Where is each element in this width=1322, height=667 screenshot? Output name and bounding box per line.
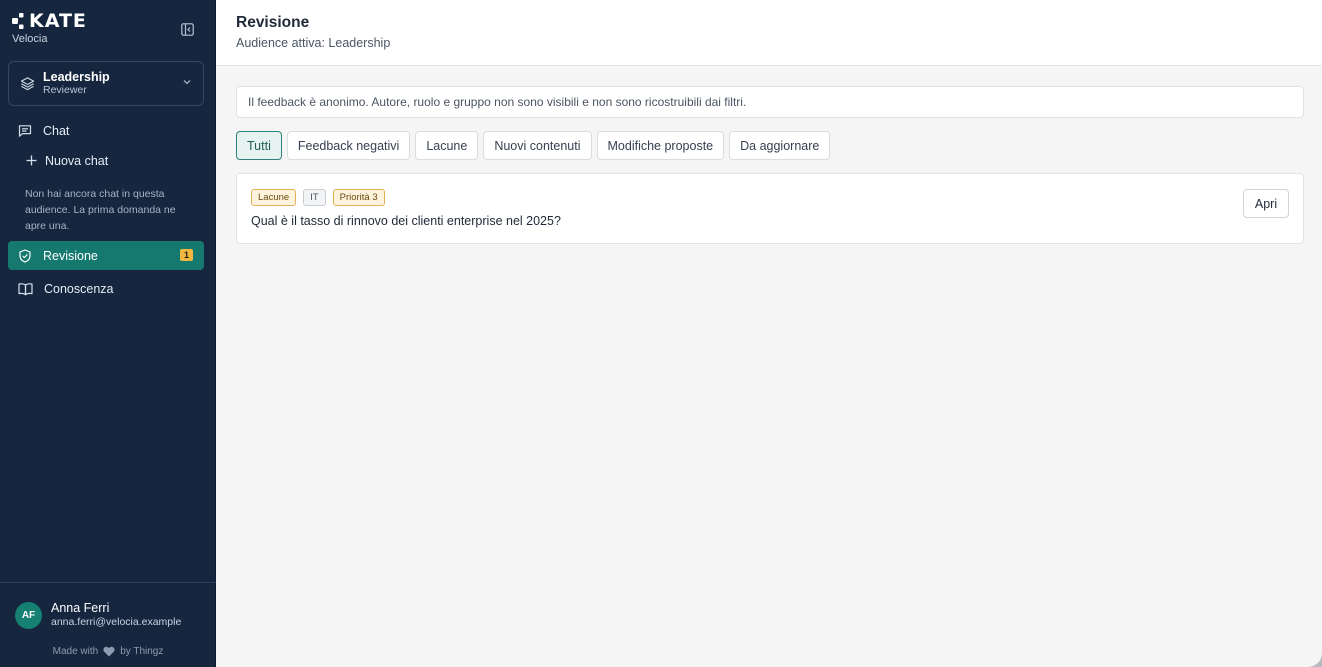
by-thingz-label: by Thingz bbox=[120, 646, 164, 657]
sidebar-item-label: Conoscenza bbox=[44, 281, 114, 296]
sidebar-item-label: Chat bbox=[43, 123, 70, 138]
window-corner bbox=[1308, 653, 1322, 667]
filter-nuovi-contenuti[interactable]: Nuovi contenuti bbox=[483, 131, 592, 160]
new-chat-button[interactable]: Nuova chat bbox=[8, 146, 204, 175]
main-content: Revisione Audience attiva: Leadership Il… bbox=[216, 0, 1322, 667]
brand-name: KATE bbox=[29, 10, 87, 32]
app-window: KATE Velocia Leadership Reviewer Chat Nu… bbox=[0, 0, 1322, 667]
filter-da-aggiornare[interactable]: Da aggiornare bbox=[729, 131, 831, 160]
collapse-sidebar-button[interactable] bbox=[178, 20, 196, 38]
audience-selector[interactable]: Leadership Reviewer bbox=[8, 61, 204, 106]
made-with-credit: Made with by Thingz bbox=[0, 646, 216, 657]
user-email: anna.ferri@velocia.example bbox=[51, 616, 182, 628]
audience-role: Reviewer bbox=[43, 84, 87, 96]
layers-icon bbox=[20, 77, 35, 91]
sidebar-item-conoscenza[interactable]: Conoscenza bbox=[8, 274, 204, 303]
sidebar-collapse-icon bbox=[180, 22, 194, 36]
filter-modifiche-proposte[interactable]: Modifiche proposte bbox=[596, 131, 725, 160]
kate-logo-icon bbox=[12, 13, 24, 29]
new-chat-label: Nuova chat bbox=[45, 153, 109, 168]
chevron-down-icon bbox=[183, 80, 191, 85]
category-tag: Lacune bbox=[251, 189, 297, 206]
heart-icon bbox=[103, 646, 115, 657]
book-open-icon bbox=[18, 282, 33, 295]
user-profile[interactable]: AF Anna Ferri anna.ferri@velocia.example bbox=[15, 601, 181, 629]
avatar: AF bbox=[15, 601, 42, 629]
kate-logo: KATE bbox=[12, 10, 87, 32]
sidebar-footer: AF Anna Ferri anna.ferri@velocia.example… bbox=[0, 582, 216, 667]
item-tags: Lacune IT Priorità 3 bbox=[251, 189, 385, 206]
plus-icon bbox=[26, 155, 37, 166]
filter-feedback-negativi[interactable]: Feedback negativi bbox=[286, 131, 411, 160]
shield-check-icon bbox=[19, 248, 31, 263]
review-count-badge: 1 bbox=[180, 249, 193, 261]
page-title: Revisione bbox=[236, 14, 310, 31]
sidebar: KATE Velocia Leadership Reviewer Chat Nu… bbox=[0, 0, 216, 667]
anonymity-notice: Il feedback è anonimo. Autore, ruolo e g… bbox=[236, 86, 1304, 118]
page-header: Revisione Audience attiva: Leadership bbox=[216, 0, 1322, 66]
empty-chats-note: Non hai ancora chat in questa audience. … bbox=[25, 188, 176, 232]
filter-lacune[interactable]: Lacune bbox=[415, 131, 479, 160]
brand: KATE Velocia bbox=[12, 12, 87, 45]
sidebar-item-label: Revisione bbox=[43, 248, 98, 263]
active-audience-subtitle: Audience attiva: Leadership bbox=[236, 36, 391, 50]
priority-tag: Priorità 3 bbox=[332, 189, 385, 206]
review-item-card: Lacune IT Priorità 3 Qual è il tasso di … bbox=[236, 173, 1304, 244]
audience-name: Leadership bbox=[43, 70, 110, 84]
made-with-label: Made with bbox=[52, 646, 99, 657]
sidebar-item-chat[interactable]: Chat bbox=[8, 116, 204, 145]
open-button[interactable]: Apri bbox=[1243, 189, 1289, 218]
chat-icon bbox=[18, 124, 32, 137]
sidebar-item-revisione[interactable]: Revisione 1 bbox=[8, 241, 204, 270]
org-name: Velocia bbox=[12, 33, 48, 45]
language-tag: IT bbox=[303, 189, 326, 206]
filter-tutti[interactable]: Tutti bbox=[236, 131, 282, 160]
item-question: Qual è il tasso di rinnovo dei clienti e… bbox=[251, 214, 561, 228]
user-name: Anna Ferri bbox=[51, 601, 110, 615]
filter-tabs: Tutti Feedback negativi Lacune Nuovi con… bbox=[236, 131, 831, 160]
